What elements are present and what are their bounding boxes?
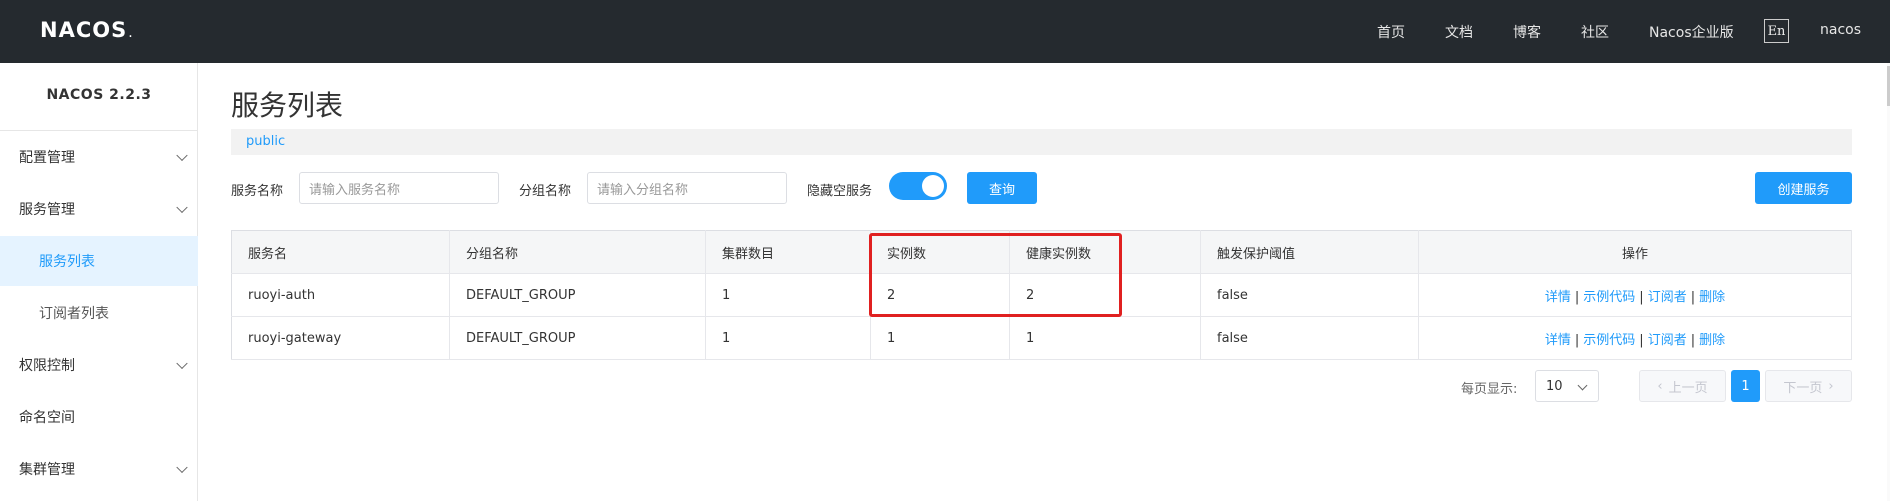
sidebar-item-service-management[interactable]: 服务管理 — [0, 184, 198, 234]
sidebar-item-cluster-management[interactable]: 集群管理 — [0, 444, 198, 494]
sidebar-item-label: 集群管理 — [19, 462, 75, 478]
column-header-cluster-count[interactable]: 集群数目 — [705, 230, 871, 274]
namespace-bar: public — [231, 129, 1852, 155]
chevron-down-icon — [176, 357, 188, 370]
per-page-select[interactable]: 10 — [1535, 370, 1599, 402]
per-page-label: 每页显示: — [1461, 382, 1518, 397]
chevron-right-icon: › — [1828, 378, 1834, 394]
detail-link[interactable]: 详情 — [1545, 333, 1571, 348]
chevron-down-icon — [176, 149, 188, 162]
prev-page-label: 上一页 — [1668, 380, 1708, 396]
cell-protect-threshold: false — [1200, 316, 1419, 360]
table-row: ruoyi-gateway DEFAULT_GROUP 1 1 1 false … — [231, 316, 1852, 360]
cell-group-name: DEFAULT_GROUP — [449, 316, 706, 360]
sidebar-version-title: NACOS 2.2.3 — [46, 87, 152, 103]
next-page-label: 下一页 — [1783, 380, 1823, 396]
sidebar-item-access-control[interactable]: 权限控制 — [0, 340, 198, 390]
sidebar-item-label: 权限控制 — [19, 358, 75, 374]
language-toggle-button[interactable]: En — [1764, 19, 1789, 43]
subscriber-link[interactable]: 订阅者 — [1648, 290, 1687, 305]
delete-link[interactable]: 删除 — [1699, 290, 1725, 305]
create-service-button[interactable]: 创建服务 — [1755, 172, 1852, 204]
delete-link[interactable]: 删除 — [1699, 333, 1725, 348]
query-button[interactable]: 查询 — [967, 172, 1037, 204]
cell-service-name: ruoyi-auth — [231, 273, 450, 317]
nav-blog[interactable]: 博客 — [1513, 22, 1541, 42]
cell-protect-threshold: false — [1200, 273, 1419, 317]
subscriber-link[interactable]: 订阅者 — [1648, 333, 1687, 348]
chevron-left-icon: ‹ — [1657, 378, 1663, 394]
sidebar: NACOS 2.2.3 配置管理 服务管理 服务列表 订阅者列表 权限控制 命名… — [0, 63, 198, 501]
sidebar-item-subscriber-list[interactable]: 订阅者列表 — [0, 288, 198, 338]
service-name-label: 服务名称 — [231, 184, 284, 199]
sample-code-link[interactable]: 示例代码 — [1583, 333, 1635, 348]
column-header-protect-threshold[interactable]: 触发保护阈值 — [1200, 230, 1419, 274]
sidebar-item-label: 配置管理 — [19, 150, 75, 166]
nav-community[interactable]: 社区 — [1581, 22, 1609, 42]
cell-operations: 详情 | 示例代码 | 订阅者 | 删除 — [1418, 316, 1852, 360]
column-header-service-name[interactable]: 服务名 — [231, 230, 450, 274]
prev-page-button[interactable]: ‹ 上一页 — [1639, 370, 1726, 402]
cell-healthy-instance-count: 1 — [1009, 316, 1201, 360]
nav-docs[interactable]: 文档 — [1445, 22, 1473, 42]
chevron-down-icon — [1577, 380, 1588, 391]
table-header-row: 服务名 分组名称 集群数目 实例数 健康实例数 触发保护阈值 操作 — [231, 230, 1852, 274]
cell-instance-count: 1 — [870, 316, 1010, 360]
separator: | — [1639, 289, 1644, 305]
sample-code-link[interactable]: 示例代码 — [1583, 290, 1635, 305]
sidebar-item-label: 服务列表 — [39, 254, 95, 270]
nav-enterprise[interactable]: Nacos企业版 — [1649, 22, 1734, 42]
group-name-input[interactable]: 请输入分组名称 — [587, 172, 787, 204]
column-header-group-name[interactable]: 分组名称 — [449, 230, 706, 274]
toggle-knob — [922, 175, 944, 197]
logo-dot: . — [128, 25, 133, 41]
sidebar-item-namespace[interactable]: 命名空间 — [0, 392, 198, 442]
cell-healthy-instance-count: 2 — [1009, 273, 1201, 317]
sidebar-item-label: 服务管理 — [19, 202, 75, 218]
separator: | — [1574, 289, 1580, 305]
user-name[interactable]: nacos — [1820, 22, 1861, 38]
detail-link[interactable]: 详情 — [1545, 290, 1571, 305]
separator: | — [1690, 332, 1696, 348]
cell-service-name: ruoyi-gateway — [231, 316, 450, 360]
hide-empty-services-label: 隐藏空服务 — [807, 184, 873, 199]
separator: | — [1690, 289, 1696, 305]
cell-group-name: DEFAULT_GROUP — [449, 273, 706, 317]
hide-empty-services-toggle[interactable] — [889, 172, 947, 200]
separator: | — [1574, 332, 1580, 348]
table-row: ruoyi-auth DEFAULT_GROUP 1 2 2 false 详情 |… — [231, 273, 1852, 317]
sidebar-item-config-management[interactable]: 配置管理 — [0, 132, 198, 182]
top-navbar: NACOS. 首页 文档 博客 社区 Nacos企业版 En nacos — [0, 0, 1890, 63]
page-number-button[interactable]: 1 — [1731, 370, 1760, 402]
separator: | — [1639, 332, 1644, 348]
per-page-value: 10 — [1546, 378, 1563, 394]
chevron-down-icon — [176, 461, 188, 474]
column-header-instance-count[interactable]: 实例数 — [870, 230, 1010, 274]
cell-instance-count: 2 — [870, 273, 1010, 317]
column-header-operations: 操作 — [1418, 230, 1852, 274]
cell-cluster-count: 1 — [705, 273, 871, 317]
nacos-logo[interactable]: NACOS. — [40, 17, 133, 43]
chevron-down-icon — [176, 201, 188, 214]
sidebar-item-label: 命名空间 — [19, 410, 75, 426]
column-header-healthy-instance-count[interactable]: 健康实例数 — [1009, 230, 1201, 274]
cell-cluster-count: 1 — [705, 316, 871, 360]
sidebar-item-label: 订阅者列表 — [39, 306, 109, 322]
sidebar-divider — [0, 130, 198, 131]
service-name-input[interactable]: 请输入服务名称 — [299, 172, 499, 204]
next-page-button[interactable]: 下一页 › — [1765, 370, 1852, 402]
sidebar-item-service-list[interactable]: 服务列表 — [0, 236, 198, 286]
cell-operations: 详情 | 示例代码 | 订阅者 | 删除 — [1418, 273, 1852, 317]
page-title: 服务列表 — [231, 89, 344, 122]
nav-home[interactable]: 首页 — [1377, 22, 1405, 42]
namespace-link-public[interactable]: public — [246, 134, 285, 149]
group-name-label: 分组名称 — [519, 184, 572, 199]
service-table: 服务名 分组名称 集群数目 实例数 健康实例数 触发保护阈值 操作 ruoyi-… — [231, 230, 1852, 360]
logo-text: NACOS — [40, 18, 128, 42]
